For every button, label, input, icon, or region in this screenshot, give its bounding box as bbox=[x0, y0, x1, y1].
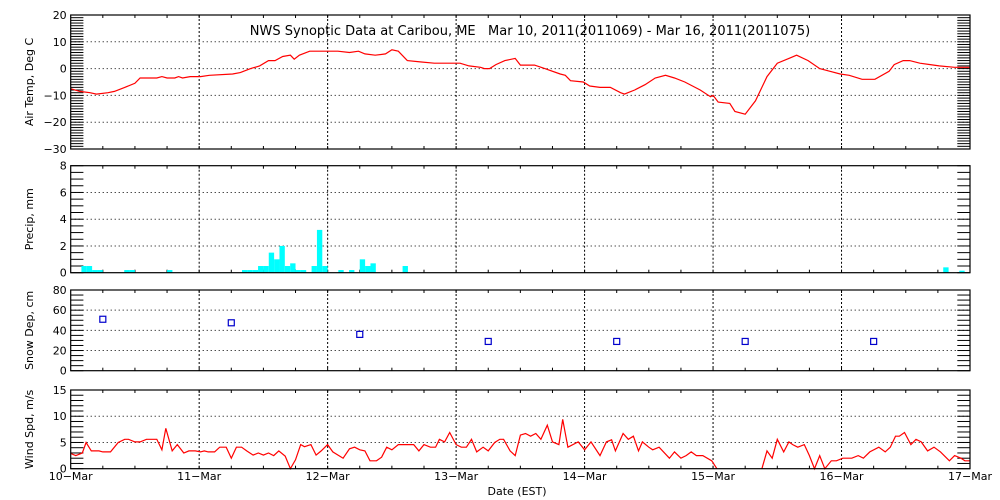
x-tick-label: 10−Mar bbox=[49, 470, 93, 483]
snow-depth-point bbox=[356, 330, 364, 338]
precip-bar bbox=[290, 263, 296, 273]
y-tick-label: −10 bbox=[43, 89, 66, 102]
panel-snow-depth: 0 20 40 60 80 Snow Dep, cm bbox=[23, 284, 971, 378]
y-tick-label: −30 bbox=[43, 143, 66, 156]
precip-bar bbox=[258, 266, 264, 273]
precip-bar bbox=[365, 266, 371, 273]
snow-depth-point bbox=[870, 337, 878, 346]
y-axis-label: Air Temp, Deg C bbox=[23, 38, 36, 127]
precip-bar bbox=[81, 266, 87, 273]
precip-bar bbox=[316, 229, 323, 273]
x-tick-label: 13−Mar bbox=[434, 470, 478, 483]
snow-depth-point bbox=[99, 315, 107, 323]
snow-depth-point bbox=[741, 337, 749, 346]
x-tick-label: 16−Mar bbox=[820, 470, 864, 483]
y-tick-label: 4 bbox=[60, 213, 67, 226]
y-tick-label: 10 bbox=[53, 410, 67, 423]
precip-bar bbox=[274, 259, 280, 273]
precip-bar bbox=[284, 266, 291, 273]
y-tick-label: 2 bbox=[60, 240, 67, 253]
y-axis-label: Wind Spd, m/s bbox=[23, 389, 36, 469]
y-tick-label: 80 bbox=[53, 284, 67, 297]
panel-frame bbox=[70, 389, 971, 470]
x-axis-label: Date (EST) bbox=[487, 485, 546, 498]
precip-bar bbox=[943, 267, 949, 273]
x-tick-label: 14−Mar bbox=[563, 470, 607, 483]
air-temp-line bbox=[70, 49, 970, 115]
wind-speed-line bbox=[70, 419, 970, 471]
x-tick-label: 11−Mar bbox=[177, 470, 221, 483]
y-tick-label: 40 bbox=[53, 324, 67, 337]
y-axis-label: Snow Dep, cm bbox=[23, 291, 36, 370]
nws-synoptic-chart: NWS Synoptic Data at Caribou, ME Mar 10,… bbox=[23, 9, 992, 498]
snow-depth-point bbox=[227, 319, 235, 327]
x-tick-label: 12−Mar bbox=[306, 470, 350, 483]
y-tick-label: 10 bbox=[53, 36, 67, 49]
y-tick-label: 20 bbox=[53, 345, 67, 358]
precip-bar bbox=[279, 245, 285, 273]
precip-bar bbox=[311, 266, 317, 273]
snow-depth-point bbox=[613, 337, 621, 346]
y-axis-label: Precip, mm bbox=[23, 188, 36, 250]
y-tick-label: 60 bbox=[53, 304, 67, 317]
y-tick-label: 8 bbox=[60, 160, 67, 173]
y-tick-label: −20 bbox=[43, 116, 66, 129]
precip-bar bbox=[370, 263, 376, 273]
y-tick-label: 0 bbox=[60, 365, 67, 378]
precip-bar bbox=[86, 266, 93, 273]
precip-bar bbox=[268, 252, 275, 273]
precip-bar bbox=[402, 266, 408, 273]
snow-depth-point bbox=[484, 337, 492, 346]
y-tick-label: 6 bbox=[60, 186, 67, 199]
precip-bar bbox=[322, 266, 328, 273]
chart-title: NWS Synoptic Data at Caribou, ME Mar 10,… bbox=[250, 24, 810, 39]
y-tick-label: 20 bbox=[53, 9, 67, 22]
x-tick-label: 17−Mar bbox=[948, 470, 992, 483]
y-tick-label: 5 bbox=[60, 436, 67, 449]
x-tick-label: 15−Mar bbox=[691, 470, 735, 483]
panel-precip: 0 2 4 6 8 Precip, mm bbox=[23, 160, 971, 280]
precip-bar bbox=[359, 259, 366, 273]
y-tick-label: 15 bbox=[53, 384, 67, 397]
panel-wind-speed: 051015Wind Spd, m/s bbox=[23, 384, 971, 476]
y-tick-label: 0 bbox=[60, 63, 67, 76]
precip-bar bbox=[263, 266, 269, 273]
y-tick-label: 0 bbox=[60, 267, 67, 280]
